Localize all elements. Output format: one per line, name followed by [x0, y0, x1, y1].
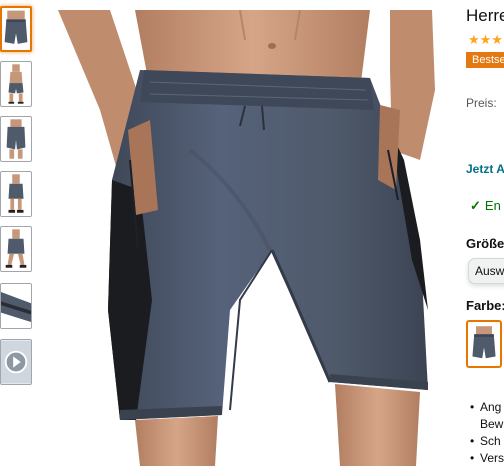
thumbnail-6[interactable]	[0, 283, 32, 329]
jetzt-link[interactable]: Jetzt A	[466, 162, 504, 176]
bestseller-badge[interactable]: Bestse	[466, 52, 504, 68]
shorts-thumbnail-image	[5, 229, 27, 268]
color-swatch-image	[468, 322, 500, 366]
color-label: Farbe:	[466, 298, 504, 313]
shorts-thumbnail-image	[2, 8, 30, 50]
bullet-dot-icon: •	[470, 451, 475, 465]
thumbnail-2[interactable]	[0, 61, 32, 107]
color-swatch-selected[interactable]	[466, 320, 502, 368]
video-play-icon	[1, 340, 31, 384]
thumbnail-4[interactable]	[0, 171, 32, 217]
star-rating-icon[interactable]: ★★★	[468, 32, 503, 48]
stock-status-text: En	[484, 198, 501, 213]
bullet-dot-icon: •	[470, 434, 475, 448]
feature-bullet: • Ang	[470, 400, 502, 414]
feature-bullet: • Sch	[470, 434, 501, 448]
checkmark-icon: ✓	[470, 198, 481, 213]
stock-status: ✓ En	[470, 198, 501, 214]
bullet-dot-icon: •	[470, 400, 475, 414]
product-details-panel: Herre ★★★ Bestse Preis: Jetzt A ✓ En Größ…	[462, 0, 504, 466]
shorts-thumbnail-image	[6, 119, 26, 159]
feature-bullet: • Vers	[470, 451, 504, 465]
size-label: Größe	[466, 236, 504, 251]
feature-bullet-continuation: Bew	[480, 417, 504, 431]
thumbnail-5[interactable]	[0, 226, 32, 272]
fabric-detail-thumbnail-image	[1, 284, 31, 328]
shorts-thumbnail-image	[8, 174, 24, 213]
thumbnail-video[interactable]	[0, 339, 32, 385]
thumbnail-3[interactable]	[0, 116, 32, 162]
shorts-product-photo	[40, 10, 460, 466]
product-title[interactable]: Herre	[466, 6, 504, 26]
price-label: Preis:	[466, 96, 497, 110]
thumbnail-1[interactable]	[0, 6, 32, 52]
size-dropdown[interactable]: Ausw	[468, 258, 504, 284]
main-product-image[interactable]	[40, 10, 460, 466]
shorts-thumbnail-image	[8, 64, 24, 104]
